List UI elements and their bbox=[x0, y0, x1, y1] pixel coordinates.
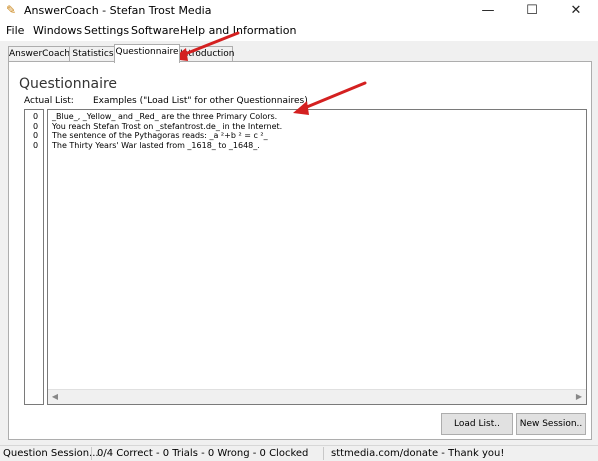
examples-label: Examples ("Load List" for other Question… bbox=[93, 96, 308, 106]
status-stats: 0/4 Correct - 0 Trials - 0 Wrong - 0 Clo… bbox=[94, 447, 324, 460]
app-logo-icon: ✎ bbox=[6, 3, 17, 17]
menu-software[interactable]: Software bbox=[131, 24, 180, 37]
minimize-button[interactable]: — bbox=[466, 0, 510, 22]
window-title: AnswerCoach - Stefan Trost Media bbox=[24, 4, 212, 17]
questions-editor[interactable]: _Blue_, _Yellow_ and _Red_ are the three… bbox=[47, 109, 587, 405]
menu-windows[interactable]: Windows bbox=[33, 24, 82, 37]
status-session: Question Session... bbox=[0, 447, 99, 460]
page-title: Questionnaire bbox=[19, 76, 118, 92]
horizontal-scrollbar[interactable]: ◀ ▶ bbox=[48, 389, 586, 404]
question-line: You reach Stefan Trost on _stefantrost.d… bbox=[52, 121, 283, 131]
status-bar: Question Session... 0/4 Correct - 0 Tria… bbox=[0, 445, 598, 461]
count-cell: 0 bbox=[33, 140, 39, 150]
status-donate: sttmedia.com/donate - Thank you! bbox=[331, 448, 505, 459]
count-cell: 0 bbox=[33, 121, 39, 131]
new-session-button[interactable]: New Session.. bbox=[516, 413, 586, 435]
question-line: The Thirty Years' War lasted from _1618_… bbox=[52, 140, 260, 150]
scroll-left-icon[interactable]: ◀ bbox=[48, 390, 62, 404]
close-button[interactable]: ✕ bbox=[554, 0, 598, 22]
question-line: The sentence of the Pythagoras reads: _a… bbox=[52, 131, 268, 140]
tab-introduction[interactable]: Introduction bbox=[179, 46, 235, 62]
count-cell: 0 bbox=[33, 131, 39, 140]
maximize-button[interactable]: ☐ bbox=[510, 0, 554, 22]
count-column[interactable]: 0 0 0 0 bbox=[24, 109, 44, 405]
load-list-button[interactable]: Load List.. bbox=[441, 413, 513, 435]
tab-questionnaire[interactable]: Questionnaire bbox=[114, 44, 180, 63]
menu-file[interactable]: File bbox=[6, 24, 24, 37]
questionnaire-panel: Questionnaire Actual List: Examples ("Lo… bbox=[8, 61, 592, 440]
tab-statistics[interactable]: Statistics bbox=[69, 46, 117, 62]
count-cell: 0 bbox=[33, 112, 39, 121]
tab-answercoach[interactable]: AnswerCoach bbox=[8, 46, 70, 62]
title-bar: ✎ AnswerCoach - Stefan Trost Media — ☐ ✕ bbox=[0, 0, 598, 22]
actual-list-label: Actual List: bbox=[24, 96, 74, 106]
menu-settings[interactable]: Settings bbox=[84, 24, 129, 37]
menu-bar: File Windows Settings Software Help and … bbox=[0, 22, 598, 41]
menu-help[interactable]: Help and Information bbox=[180, 24, 296, 37]
scroll-right-icon[interactable]: ▶ bbox=[572, 390, 586, 404]
question-line: _Blue_, _Yellow_ and _Red_ are the three… bbox=[52, 112, 278, 121]
